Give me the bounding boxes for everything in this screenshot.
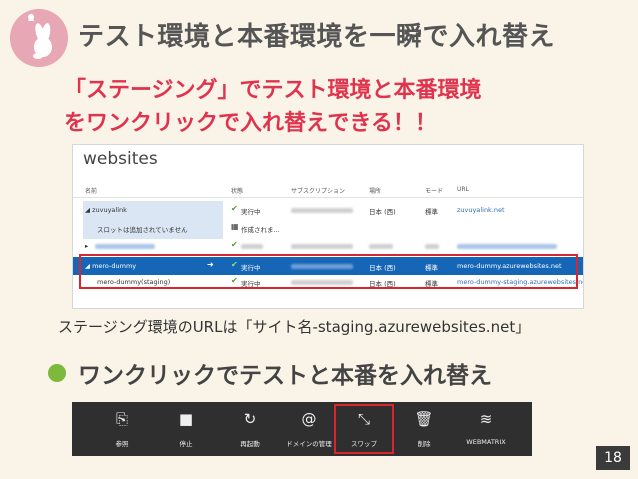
- redacted-subscription: [291, 208, 353, 213]
- stop-icon: ■: [178, 410, 194, 428]
- redacted-mode: [425, 244, 439, 249]
- rabbit-logo-icon: [10, 9, 68, 67]
- domain-icon: @: [301, 410, 317, 428]
- site-status: 作成されま...: [241, 226, 280, 234]
- site-url-link[interactable]: zuvuyalink.net: [457, 206, 505, 214]
- webmatrix-button[interactable]: ≋ WEBMATRIX: [456, 402, 516, 456]
- column-url[interactable]: URL: [457, 186, 469, 193]
- slide-subtitle: 「ステージング」でテスト環境と本番環境 をワンクリックで入れ替えできる！！: [64, 74, 482, 140]
- restart-icon: ↻: [243, 410, 257, 428]
- staging-url-caption: ステージング環境のURLは「サイト名-staging.azurewebsites…: [58, 318, 531, 336]
- column-name[interactable]: 名前: [85, 186, 97, 195]
- redacted-subscription: [291, 244, 353, 249]
- slot-notice: スロットは追加されていません: [97, 226, 188, 234]
- site-status: 実行中: [241, 208, 261, 216]
- bullet-text: ワンクリックでテストと本番を入れ替え: [78, 363, 492, 389]
- subtitle-line-1: 「ステージング」でテスト環境と本番環境: [64, 78, 482, 103]
- table-row[interactable]: ◢ zuvuyalink ✔ 実行中 日本 (西) 標準 zuvuyalink.…: [73, 201, 583, 219]
- column-subscription[interactable]: サブスクリプション: [291, 186, 345, 195]
- redacted-location: [369, 244, 393, 249]
- production-staging-highlight: [79, 254, 578, 289]
- browse-icon: ⎘: [115, 410, 128, 428]
- webmatrix-icon: ≋: [479, 410, 493, 428]
- bullet-point: ワンクリックでテストと本番を入れ替え: [48, 356, 492, 390]
- site-name[interactable]: ◢ zuvuyalink: [85, 206, 127, 214]
- column-status[interactable]: 状態: [231, 186, 243, 195]
- websites-title: websites: [83, 149, 158, 169]
- manage-domains-button[interactable]: @ ドメインの管理: [276, 402, 342, 456]
- check-icon: ✔: [231, 204, 238, 213]
- delete-button[interactable]: 🗑 削除: [394, 402, 454, 456]
- redacted-url: [457, 244, 557, 249]
- trash-icon: 🗑: [414, 410, 434, 428]
- redacted-site-name: [95, 244, 155, 249]
- expand-icon[interactable]: ▸: [85, 242, 88, 250]
- table-row[interactable]: ▸ ✔: [73, 237, 583, 255]
- stop-button[interactable]: ■ 停止: [156, 402, 216, 456]
- swap-highlight: [334, 404, 394, 454]
- subtitle-line-2: をワンクリックで入れ替えできる！！: [64, 111, 437, 136]
- redacted-status: [241, 244, 263, 249]
- websites-column-headers: 名前 状態 サブスクリプション 場所 モード URL: [73, 183, 583, 198]
- browse-button[interactable]: ⎘ 参照: [92, 402, 152, 456]
- column-location[interactable]: 場所: [369, 186, 381, 195]
- check-icon: ✔: [231, 240, 238, 249]
- column-mode[interactable]: モード: [425, 186, 443, 195]
- table-row[interactable]: スロットは追加されていません ▦ 作成されま...: [73, 219, 583, 237]
- logo: [10, 9, 68, 67]
- document-icon: ▦: [231, 222, 239, 231]
- page-number: 18: [596, 446, 630, 470]
- slide-title: テスト環境と本番環境を一瞬で入れ替え: [78, 22, 556, 52]
- websites-screenshot: websites 名前 状態 サブスクリプション 場所 モード URL ◢ zu…: [72, 144, 584, 309]
- command-bar: ⎘ 参照 ■ 停止 ↻ 再起動 @ ドメインの管理 ⤡ スワップ 🗑 削除 ≋ …: [72, 402, 532, 456]
- restart-button[interactable]: ↻ 再起動: [220, 402, 280, 456]
- bullet-dot-icon: [48, 364, 66, 382]
- site-mode: 標準: [425, 208, 438, 216]
- site-location: 日本 (西): [369, 208, 396, 216]
